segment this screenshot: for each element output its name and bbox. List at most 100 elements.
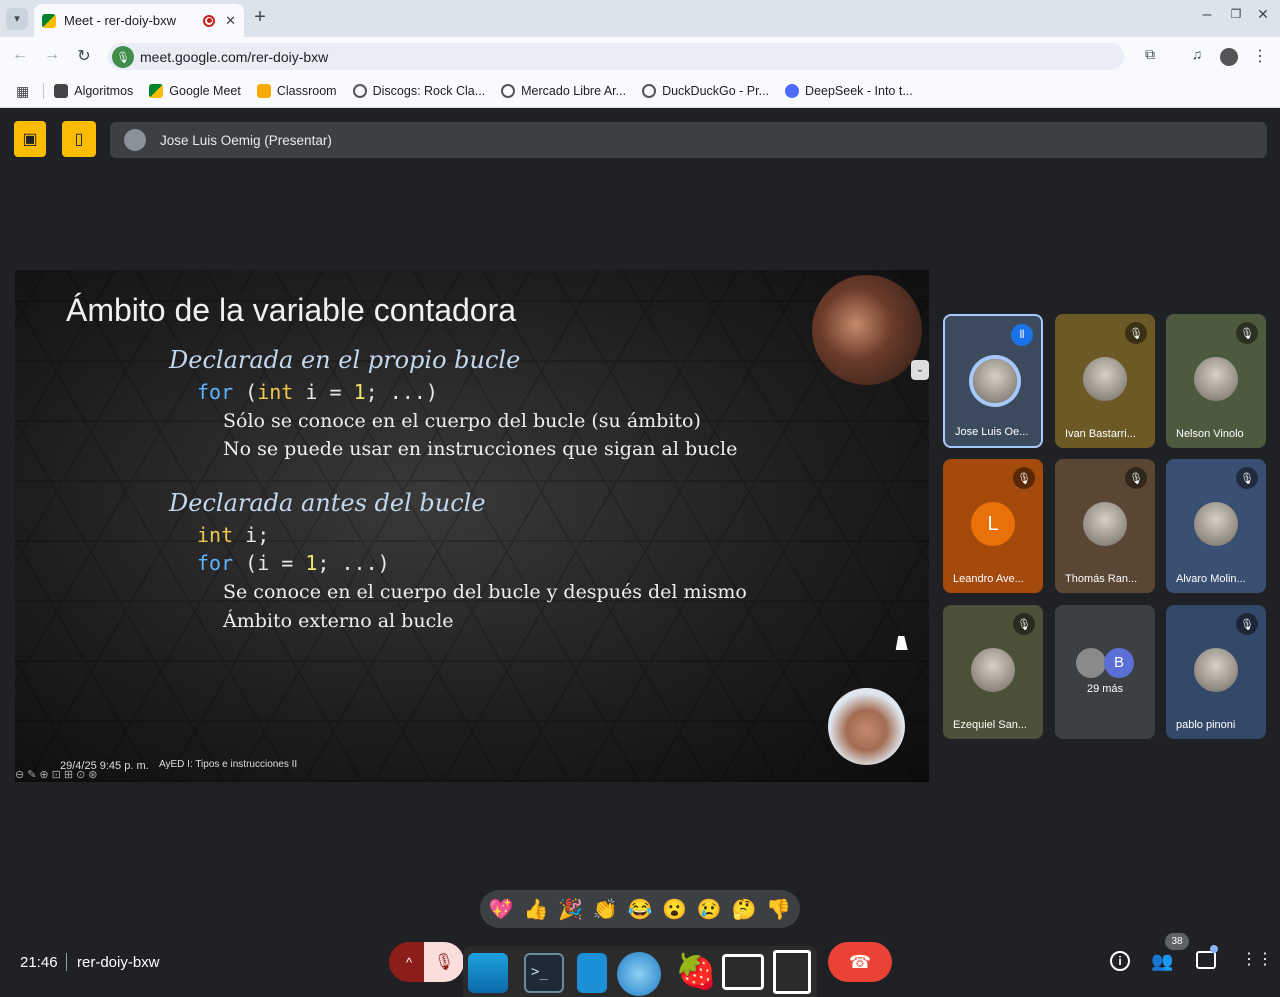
media-control-icon[interactable]: ♫	[1187, 46, 1207, 62]
participant-avatar	[971, 648, 1015, 692]
participant-avatar	[1076, 648, 1106, 678]
new-tab-button[interactable]: +	[250, 7, 270, 27]
reload-button[interactable]: ↻	[74, 46, 94, 66]
activities-grid-icon[interactable]: ⋮⋮⋮	[1241, 951, 1280, 969]
participant-name: pablo pinoni	[1176, 719, 1236, 731]
terminal-icon[interactable]: >_	[524, 953, 564, 993]
participants-count-badge: 38	[1165, 933, 1189, 950]
divider	[66, 953, 67, 971]
bookmark-label: Classroom	[276, 84, 337, 98]
globe-icon	[642, 84, 657, 98]
participant-tile[interactable]: L 🎙 Leandro Ave...	[943, 459, 1043, 593]
participant-name: Nelson Vinolo	[1176, 428, 1244, 440]
webcam-collapse-button[interactable]: ⌄	[911, 360, 929, 380]
mic-muted-icon: 🎙	[1013, 467, 1035, 489]
more-initial-avatar: B	[1104, 648, 1134, 678]
slide-heading-2: Declarada antes del bucle	[169, 489, 486, 517]
slide-title: Ámbito de la variable contadora	[66, 292, 517, 328]
chat-icon[interactable]	[1196, 951, 1216, 969]
pop-out-button[interactable]: ▯	[62, 121, 96, 157]
close-tab-icon[interactable]: ✕	[225, 13, 236, 29]
meeting-details-icon[interactable]: i	[1110, 951, 1130, 971]
reaction-emoji-button[interactable]: 🤔	[731, 897, 756, 922]
participant-tile[interactable]: 🎙 Ivan Bastarri...	[1055, 314, 1155, 448]
slide-footer-title: AyED I: Tipos e instrucciones II	[159, 759, 298, 770]
participant-name: Ivan Bastarri...	[1065, 428, 1136, 440]
bookmark-google-meet[interactable]: Google Meet	[149, 84, 241, 98]
reaction-emoji-button[interactable]: 👍	[524, 897, 549, 922]
bookmark-discogs[interactable]: Discogs: Rock Cla...	[352, 84, 486, 98]
bookmark-deepseek[interactable]: DeepSeek - Into t...	[785, 84, 913, 98]
web-browser-icon[interactable]	[617, 952, 661, 996]
participant-tile[interactable]: 🎙 Alvaro Molin...	[1166, 459, 1266, 593]
bookmarks-bar: ▦ Algoritmos Google Meet Classroom Disco…	[0, 75, 1280, 108]
forward-button[interactable]: →	[42, 46, 62, 64]
bookmark-mercado-libre[interactable]: Mercado Libre Ar...	[501, 84, 626, 98]
leave-call-button[interactable]: ☎	[828, 942, 892, 982]
classroom-icon	[54, 84, 69, 98]
participant-tile[interactable]: 🎙 Nelson Vinolo	[1166, 314, 1266, 448]
hide-presentation-button[interactable]: ▣	[14, 121, 46, 157]
profile-avatar[interactable]	[1220, 48, 1238, 66]
extensions-icon[interactable]: ⧉	[1140, 46, 1160, 63]
meet-icon	[149, 84, 164, 98]
slide-text-2: No se puede usar en instrucciones que si…	[223, 438, 738, 460]
participant-tile[interactable]: 🎙 pablo pinoni	[1166, 605, 1266, 739]
participant-tile[interactable]: 🎙 Thomás Ran...	[1055, 459, 1155, 593]
mic-muted-icon: 🎙	[1236, 467, 1258, 489]
reaction-emoji-button[interactable]: 👏	[593, 897, 618, 922]
chat-unread-dot	[1210, 945, 1218, 953]
participant-tile[interactable]: ⦀ Jose Luis Oe...	[943, 314, 1043, 448]
people-icon[interactable]: 👥	[1151, 951, 1173, 972]
browser-menu-icon[interactable]: ⋮	[1252, 46, 1268, 66]
clock-time: 21:46	[20, 954, 58, 971]
mic-muted-icon: 🎙	[1125, 467, 1147, 489]
minimize-button[interactable]: –	[1198, 6, 1216, 24]
more-participants-tile[interactable]: B 29 más	[1055, 605, 1155, 739]
unmute-mic-button[interactable]: 🎙	[424, 942, 464, 982]
close-window-button[interactable]: ✕	[1254, 6, 1272, 23]
speaking-indicator-icon: ⦀	[1011, 324, 1033, 346]
participant-avatar	[1194, 648, 1238, 692]
presenter-avatar	[124, 129, 146, 151]
url-text: meet.google.com/rer-doiy-bxw	[140, 48, 329, 65]
participant-name: Ezequiel San...	[953, 719, 1027, 731]
reaction-emoji-button[interactable]: 👎	[766, 897, 791, 922]
bookmark-label: Discogs: Rock Cla...	[372, 84, 486, 98]
microphone-permission-icon[interactable]: 🎙	[112, 46, 134, 68]
participant-avatar	[1194, 502, 1238, 546]
folder-icon[interactable]	[722, 954, 764, 990]
browser-tab-meet[interactable]: Meet - rer-doiy-bxw ✕	[34, 4, 244, 37]
reaction-emoji-button[interactable]: 😂	[628, 897, 653, 922]
document-icon[interactable]	[773, 950, 811, 994]
bookmark-classroom[interactable]: Classroom	[256, 84, 337, 98]
address-bar[interactable]: 🎙 meet.google.com/rer-doiy-bxw	[108, 43, 1124, 70]
mic-muted-icon: 🎙	[1236, 613, 1258, 635]
presenter-webcam-bubble	[812, 275, 922, 385]
slide-text-4: Ámbito externo al bucle	[223, 610, 454, 632]
globe-icon	[352, 84, 367, 98]
strawberry-icon[interactable]: 🍓	[675, 952, 717, 992]
mic-options-button[interactable]: ^	[389, 942, 429, 982]
participant-tile[interactable]: 🎙 Ezequiel San...	[943, 605, 1043, 739]
bookmark-duckduckgo[interactable]: DuckDuckGo - Pr...	[642, 84, 769, 98]
code-line-1: for (int i = 1; ...)	[197, 380, 438, 404]
file-cabinet-icon[interactable]	[577, 953, 607, 993]
reaction-emoji-button[interactable]: 😢	[697, 897, 722, 922]
participant-name: Jose Luis Oe...	[955, 426, 1029, 438]
mic-muted-icon: 🎙	[1125, 322, 1147, 344]
reaction-emoji-button[interactable]: 💖	[489, 897, 514, 922]
back-button[interactable]: ←	[10, 46, 30, 64]
maximize-button[interactable]: ❐	[1227, 7, 1245, 21]
apps-grid-icon[interactable]: ▦	[16, 83, 29, 100]
bookmark-algoritmos[interactable]: Algoritmos	[54, 84, 133, 98]
participant-name: Thomás Ran...	[1065, 573, 1138, 585]
reaction-emoji-button[interactable]: 😮	[662, 897, 687, 922]
bookmark-label: DeepSeek - Into t...	[805, 84, 913, 98]
desktop-icon[interactable]	[468, 953, 508, 993]
reaction-emoji-button[interactable]: 🎉	[558, 897, 583, 922]
classroom-icon	[256, 84, 271, 98]
mouse-cursor	[895, 636, 911, 650]
slide-controls[interactable]: ⊖✎⊕⊡⊞⊙⊛	[15, 768, 101, 781]
tab-search-button[interactable]: ▾	[6, 8, 28, 30]
